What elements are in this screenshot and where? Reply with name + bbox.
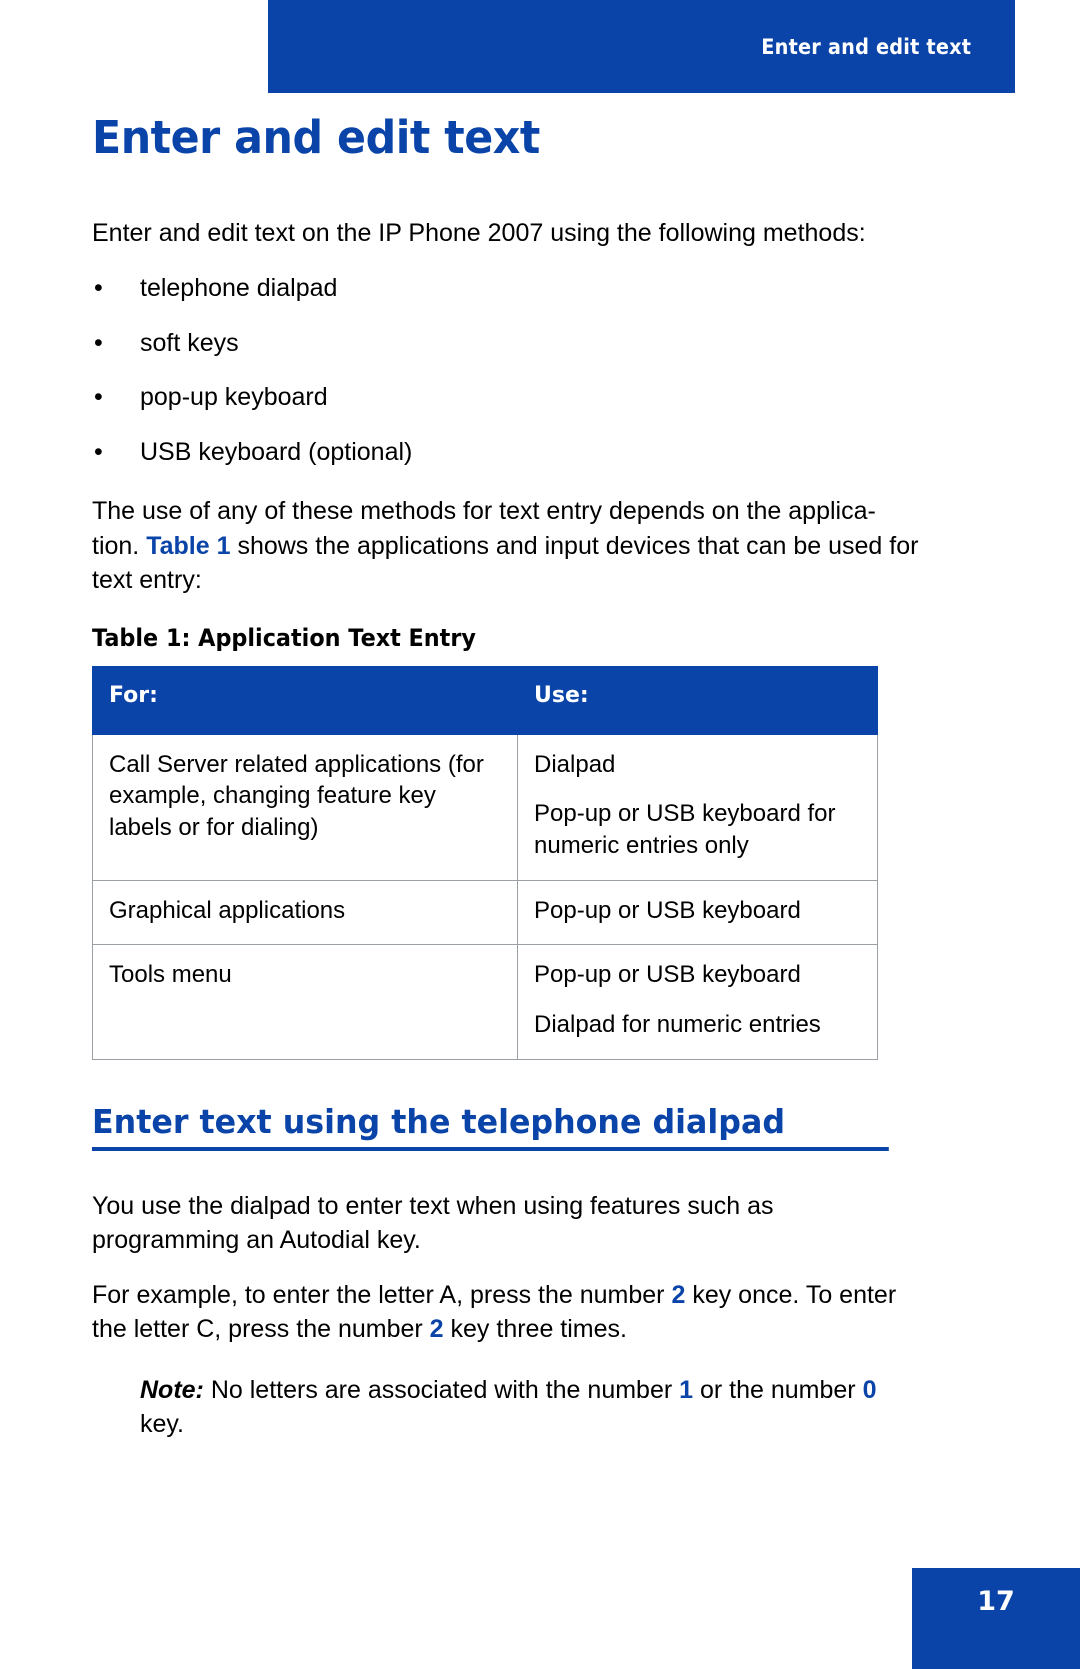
table-cell-for: Graphical applications (92, 879, 518, 946)
methods-paragraph-prefix: The use of any of these methods for text… (92, 497, 876, 526)
table-cell-use: Dialpad Pop-up or USB keyboard for numer… (517, 733, 878, 881)
note-text-part1: No letters are associated with the numbe… (203, 1375, 680, 1404)
methods-paragraph: The use of any of these methods for text… (92, 494, 922, 598)
bullet-marker: • (94, 274, 103, 303)
running-head-banner: Enter and edit text (268, 0, 1015, 93)
note-key-1: 1 (679, 1375, 694, 1404)
example-text-part1: For example, to enter the letter A, pres… (92, 1280, 672, 1309)
table-row: Graphical applications Pop-up or USB key… (92, 879, 878, 946)
note-key-0: 0 (862, 1375, 877, 1404)
table-row: Call Server related applications (for ex… (92, 733, 878, 881)
table-header-row: For: Use: (92, 665, 878, 735)
application-text-entry-table: For: Use: Call Server related applicatio… (92, 665, 878, 1060)
list-item: • telephone dialpad (92, 272, 922, 305)
column-header-use: Use: (517, 665, 878, 735)
bullet-marker: • (94, 328, 103, 357)
table-cell-for: Call Server related applications (for ex… (92, 733, 518, 881)
table-row: Tools menu Pop-up or USB keyboard Dialpa… (92, 944, 878, 1060)
list-item-label: soft keys (140, 328, 239, 357)
note-text-part3: key. (140, 1410, 184, 1439)
cell-text: Pop-up or USB keyboard (534, 896, 801, 924)
cell-text: Dialpad (534, 750, 616, 778)
page-content: Enter and edit text Enter and edit text … (92, 112, 922, 1442)
cell-text: Call Server related applications (for ex… (109, 750, 484, 842)
cell-text: Tools menu (109, 961, 232, 989)
table-1-crossref-link[interactable]: Table 1 (146, 532, 230, 560)
list-item-label: pop-up keyboard (140, 383, 328, 412)
bullet-marker: • (94, 383, 103, 412)
bullet-marker: • (94, 437, 103, 466)
list-item-label: telephone dialpad (140, 274, 338, 303)
lead-paragraph: Enter and edit text on the IP Phone 2007… (92, 218, 866, 247)
page-title: Enter and edit text (92, 111, 540, 164)
section-paragraph-1: You use the dialpad to enter text when u… (92, 1191, 774, 1255)
example-text-part3: key three times. (443, 1315, 627, 1344)
cell-text: Dialpad for numeric entries (534, 1011, 821, 1039)
list-item: • USB keyboard (optional) (92, 436, 922, 469)
note-label: Note: (140, 1375, 204, 1404)
document-page: Enter and edit text Enter and edit text … (0, 0, 1080, 1669)
list-item-label: USB keyboard (optional) (140, 437, 413, 466)
table-cell-use: Pop-up or USB keyboard Dialpad for numer… (517, 944, 878, 1060)
methods-paragraph-line2-prefix: tion. (92, 531, 147, 560)
table-caption: Table 1: Application Text Entry (92, 623, 476, 652)
table-cell-for: Tools menu (92, 944, 518, 1060)
table-cell-use: Pop-up or USB keyboard (517, 879, 878, 946)
column-header-for: For: (92, 665, 518, 735)
page-number-box: 17 (912, 1568, 1080, 1669)
cell-text: Pop-up or USB keyboard for numeric entri… (534, 800, 836, 860)
note-block: Note: No letters are associated with the… (140, 1373, 922, 1442)
cell-text: Graphical applications (109, 896, 346, 924)
section-paragraph-example: For example, to enter the letter A, pres… (92, 1278, 922, 1347)
example-key-2-second: 2 (429, 1315, 444, 1344)
list-item: • pop-up keyboard (92, 381, 922, 414)
page-number: 17 (977, 1586, 1015, 1617)
note-text-part2: or the number (693, 1375, 863, 1404)
methods-list: • telephone dialpad • soft keys • pop-up… (92, 272, 922, 468)
section-heading: Enter text using the telephone dialpad (92, 1102, 889, 1151)
example-key-2-first: 2 (671, 1280, 686, 1309)
cell-text: Pop-up or USB keyboard (534, 961, 801, 989)
list-item: • soft keys (92, 327, 922, 360)
table-header: For: Use: (92, 665, 878, 735)
running-head-text: Enter and edit text (761, 34, 971, 59)
table-body: Call Server related applications (for ex… (92, 733, 878, 1060)
